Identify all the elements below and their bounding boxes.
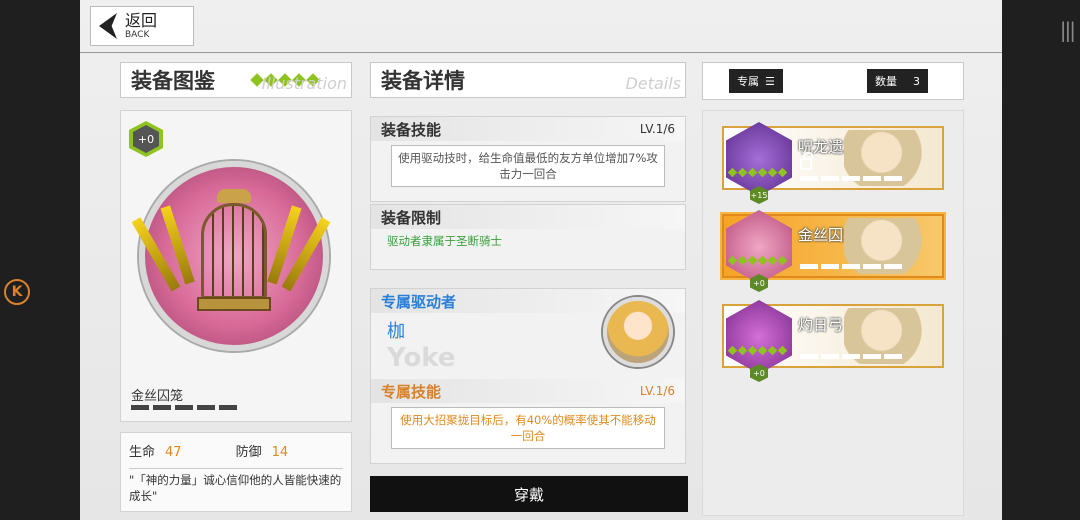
header-divider bbox=[80, 52, 1002, 53]
equipment-thumb-icon bbox=[726, 122, 792, 196]
illustration-header: 装备图鉴 Illustration bbox=[120, 62, 352, 98]
illustration-ghost-text: Illustration bbox=[261, 74, 347, 93]
left-frame: K bbox=[0, 0, 80, 520]
exclusive-skill-level: LV.1/6 bbox=[639, 384, 675, 398]
exclusive-skill-title: 专属技能 bbox=[381, 382, 442, 401]
back-arrow-icon bbox=[99, 13, 117, 39]
k-logo-icon: K bbox=[4, 279, 30, 305]
equipment-list-item[interactable]: +15 呪龙遗志 bbox=[722, 122, 944, 204]
sort-icon: ☰ bbox=[765, 74, 775, 88]
exclusive-driver-title: 专属驱动者 bbox=[381, 292, 457, 311]
equipment-list-item-selected[interactable]: +0 金丝囚笼 bbox=[722, 210, 944, 292]
golden-cage-icon bbox=[131, 189, 331, 313]
details-title: 装备详情 bbox=[381, 69, 465, 93]
equipment-preview-card: +0 金丝囚笼 bbox=[120, 110, 352, 422]
details-header: 装备详情 Details bbox=[370, 62, 686, 98]
back-button[interactable]: 返回 BACK bbox=[90, 6, 194, 46]
stats-panel: 生命 47 防御 14 "「神的力量」诚心信仰他的人皆能快速的成长" bbox=[120, 432, 352, 512]
equip-limit-text: 驱动者隶属于圣断骑士 bbox=[387, 234, 502, 248]
equipment-name: 金丝囚笼 bbox=[131, 389, 184, 404]
illustration-title: 装备图鉴 bbox=[131, 69, 215, 93]
equipment-portrait bbox=[131, 161, 331, 351]
equipment-list-item[interactable]: +0 灼日弓 bbox=[722, 300, 944, 382]
equip-limit-title: 装备限制 bbox=[381, 208, 442, 227]
equipment-thumb-icon bbox=[726, 210, 792, 284]
exclusive-skill-description: 使用大招聚拢目标后，有40%的概率使其不能移动一回合 bbox=[391, 407, 665, 449]
equipment-thumb-icon bbox=[726, 300, 792, 374]
count-display: 数量 3 bbox=[867, 69, 928, 93]
equip-skill-title: 装备技能 bbox=[381, 120, 442, 139]
menu-handle-icon[interactable]: ||| bbox=[1060, 18, 1076, 42]
equip-skill-level: LV.1/6 bbox=[639, 122, 675, 136]
equip-skill-description: 使用驱动技时，给生命值最低的友方单位增加7%攻击力一回合 bbox=[391, 145, 665, 187]
filter-bar: 专属 ☰ 数量 3 bbox=[702, 62, 964, 100]
equip-limit-section: 装备限制 驱动者隶属于圣断骑士 bbox=[370, 204, 686, 270]
exclusive-section: 专属驱动者 枷 Yoke 专属技能 LV.1/6 使用大招聚拢目标后，有40%的… bbox=[370, 288, 686, 464]
stat-hp: 生命 47 bbox=[129, 445, 182, 460]
flavor-quote: "「神的力量」诚心信仰他的人皆能快速的成长" bbox=[129, 468, 343, 504]
equip-skill-section: 装备技能 LV.1/6 使用驱动技时，给生命值最低的友方单位增加7%攻击力一回合 bbox=[370, 116, 686, 202]
stat-defense: 防御 14 bbox=[235, 445, 289, 460]
lock-icon bbox=[800, 152, 813, 170]
main-area: 返回 BACK 装备图鉴 Illustration +0 金丝囚笼 生命 47 … bbox=[80, 0, 1002, 520]
driver-avatar[interactable] bbox=[603, 297, 673, 367]
back-sublabel: BACK bbox=[125, 29, 150, 40]
right-frame: ||| bbox=[1002, 0, 1080, 520]
details-ghost-text: Details bbox=[625, 74, 681, 93]
exclusive-filter-button[interactable]: 专属 ☰ bbox=[729, 69, 783, 93]
enhance-slots bbox=[131, 405, 237, 410]
equipment-list-name: 灼日弓 bbox=[798, 316, 844, 334]
equip-button[interactable]: 穿戴 bbox=[370, 476, 688, 512]
plus-level-badge: +0 bbox=[129, 121, 163, 157]
back-label: 返回 bbox=[125, 10, 158, 30]
